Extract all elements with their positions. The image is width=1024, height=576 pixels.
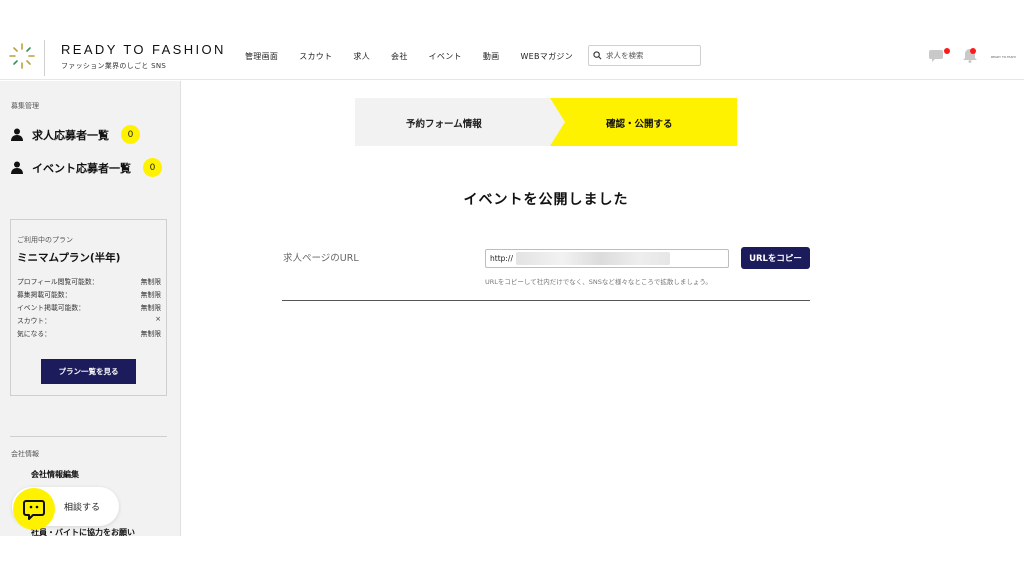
plan-row: 気になる： 無制限	[17, 328, 161, 338]
search-box[interactable]	[588, 45, 701, 66]
person-icon	[11, 128, 23, 141]
plan-row-label: 募集掲載可能数：	[17, 291, 72, 299]
content-divider	[282, 300, 810, 301]
step-label: 予約フォーム情報	[406, 119, 482, 130]
site-header: READY TO FASHION ファッション業界のしごと SNS 管理画面 ス…	[0, 0, 1024, 80]
main-nav: 管理画面 スカウト 求人 会社 イベント 動画 WEBマガジン	[245, 51, 594, 62]
consult-icon-circle	[13, 488, 55, 530]
plan-row-label: スカウト：	[17, 317, 51, 325]
step-confirm-publish: 確認・公開する	[550, 98, 737, 146]
nav-scout[interactable]: スカウト	[299, 51, 332, 62]
plan-row: 募集掲載可能数： 無制限	[17, 289, 161, 299]
sidebar-link-event-applicants[interactable]: イベント応募者一覧 0	[11, 158, 162, 177]
nav-dashboard[interactable]: 管理画面	[245, 51, 278, 62]
step-form-info: 予約フォーム情報	[355, 98, 565, 146]
brand-name[interactable]: READY TO FASHION	[61, 42, 226, 57]
plan-row-label: プロフィール閲覧可能数：	[17, 278, 99, 286]
current-plan-panel: ご利用中のプラン ミニマムプラン(半年) プロフィール閲覧可能数： 無制限 募集…	[10, 219, 167, 396]
plan-row-label: イベント掲載可能数：	[17, 304, 85, 312]
step-label: 確認・公開する	[606, 119, 673, 130]
copy-url-button[interactable]: URLをコピー	[741, 247, 810, 269]
count-badge: 0	[143, 158, 162, 177]
plan-row-value: 無制限	[140, 330, 161, 338]
plan-row-value: 無制限	[140, 304, 161, 312]
person-icon	[11, 161, 23, 174]
section-title-recruit: 募集管理	[11, 102, 39, 110]
nav-videos[interactable]: 動画	[483, 51, 500, 62]
plan-row: イベント掲載可能数： 無制限	[17, 302, 161, 312]
plan-row-value: 無制限	[140, 291, 161, 299]
sidebar-link-edit-company[interactable]: 会社情報編集	[31, 469, 79, 480]
plan-row-value: ×	[155, 315, 161, 323]
nav-jobs[interactable]: 求人	[353, 51, 370, 62]
nav-company[interactable]: 会社	[391, 51, 408, 62]
step-arrow	[550, 98, 565, 146]
plan-name: ミニマムプラン(半年)	[17, 252, 121, 264]
chat-notification-dot	[944, 48, 950, 54]
url-label: 求人ページのURL	[283, 253, 359, 264]
sidebar-link-label: イベント応募者一覧	[32, 161, 131, 175]
plan-row: スカウト： ×	[17, 315, 161, 325]
view-plans-button[interactable]: プラン一覧を見る	[41, 359, 136, 384]
plan-row-label: 気になる：	[17, 330, 51, 338]
section-title-company: 会社情報	[11, 450, 39, 458]
sidebar-divider	[10, 436, 167, 437]
url-hint: URLをコピーして社内だけでなく、SNSなど様々なところで拡散しましょう。	[485, 278, 712, 286]
url-redacted	[516, 252, 670, 265]
search-input[interactable]	[606, 51, 696, 60]
plan-row: プロフィール閲覧可能数： 無制限	[17, 276, 161, 286]
brand-tagline: ファッション業界のしごと SNS	[61, 62, 167, 70]
account-label[interactable]: READY TO FASHI	[991, 55, 1016, 59]
page-title: イベントを公開しました	[463, 192, 629, 208]
bell-notification-dot	[970, 48, 976, 54]
plan-row-value: 無制限	[140, 278, 161, 286]
chat-face-icon	[23, 500, 45, 520]
logo-divider	[44, 40, 45, 76]
progress-steps: 予約フォーム情報 確認・公開する	[355, 98, 737, 146]
consult-label: 相談する	[64, 503, 101, 513]
nav-web-magazine[interactable]: WEBマガジン	[520, 51, 573, 62]
logo-mark-icon[interactable]	[6, 40, 38, 72]
consult-button[interactable]: 相談する	[12, 487, 119, 530]
count-badge: 0	[121, 125, 140, 144]
sidebar: 募集管理 求人応募者一覧 0 イベント応募者一覧 0 ご利用中のプラン ミニマム…	[0, 81, 181, 536]
sidebar-link-label: 求人応募者一覧	[32, 128, 109, 142]
nav-events[interactable]: イベント	[429, 51, 462, 62]
sidebar-link-job-applicants[interactable]: 求人応募者一覧 0	[11, 125, 140, 144]
search-icon	[593, 51, 602, 60]
plan-caption: ご利用中のプラン	[17, 236, 73, 244]
sidebar-link-ask-staff[interactable]: 社員・バイトに協力をお願い	[31, 527, 135, 536]
